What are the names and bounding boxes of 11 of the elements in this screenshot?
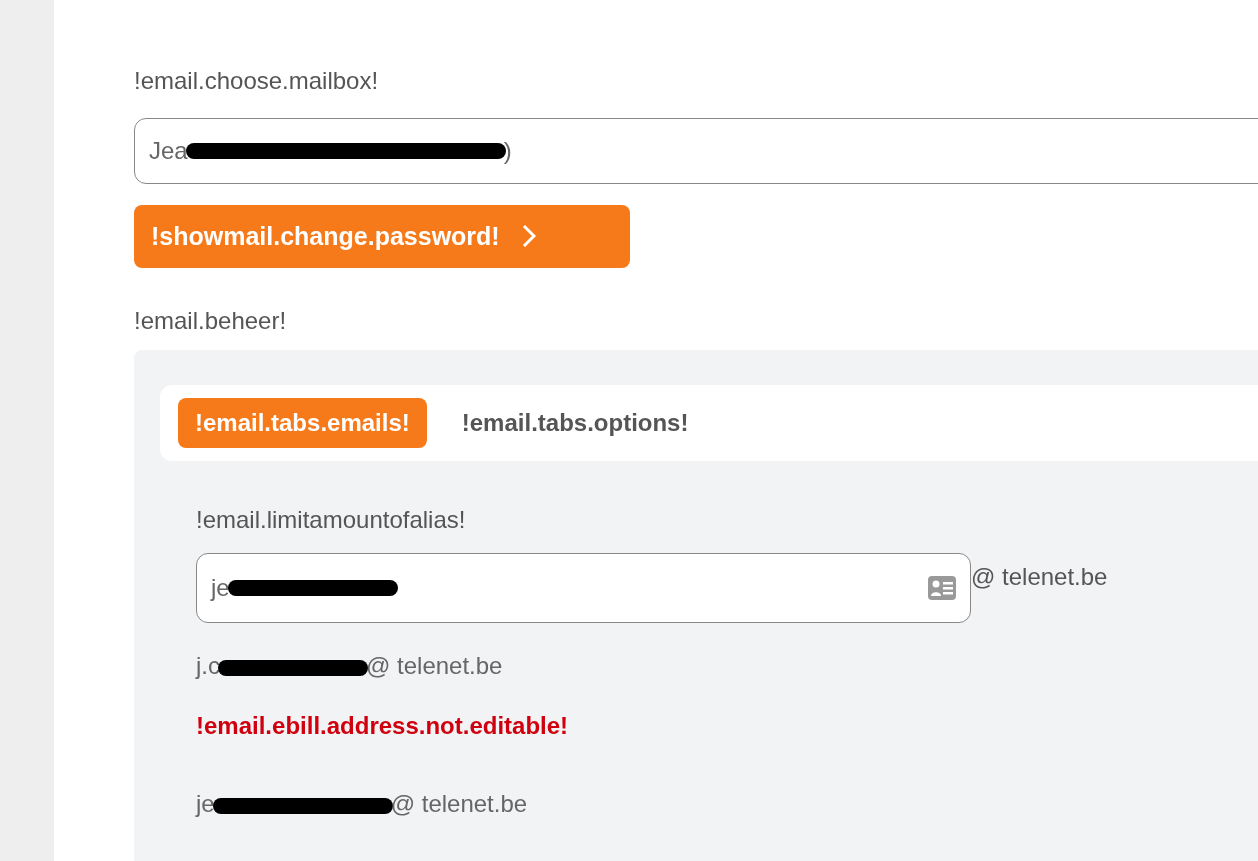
- section-label: !email.choose.mailbox!: [134, 66, 379, 96]
- chevron-right-icon: [521, 224, 536, 249]
- email-address: j.c @ telenet.be: [196, 651, 503, 681]
- mailbox-select[interactable]: Jea ): [134, 118, 1258, 184]
- alias-input-field[interactable]: je: [196, 553, 971, 623]
- contact-card-icon: [928, 576, 956, 600]
- domain-text: @ telenet.be: [971, 562, 1108, 592]
- email-address: je @ telenet.be: [196, 789, 528, 819]
- error-message: !email.ebill.address.not.editable!: [196, 711, 569, 741]
- alias-limit-text: !email.limitamountofalias!: [196, 505, 466, 535]
- section-label: !email.beheer!: [134, 306, 287, 336]
